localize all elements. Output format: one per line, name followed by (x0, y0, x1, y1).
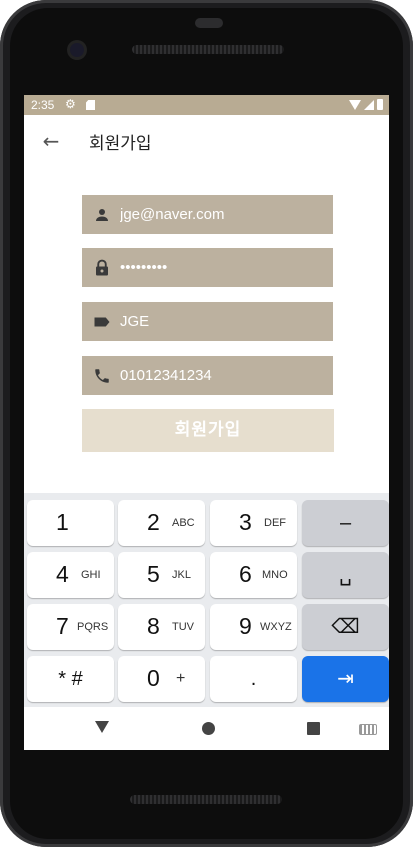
key-dot[interactable]: . (210, 656, 297, 702)
label-tag-icon (94, 317, 110, 327)
space-icon: ␣ (339, 564, 352, 586)
status-time: 2:35 (31, 98, 55, 112)
person-icon (96, 209, 108, 221)
signal-icon (364, 99, 374, 110)
key-next[interactable]: ⇥ (302, 656, 389, 702)
key-backspace[interactable]: ⌫ (302, 604, 389, 650)
signup-button[interactable]: 회원가입 (82, 409, 334, 452)
name-input[interactable] (120, 302, 325, 341)
phone-field[interactable] (82, 356, 333, 395)
circle-home-icon[interactable] (202, 722, 215, 735)
key-1[interactable]: 1 (27, 500, 114, 546)
keyboard-icon[interactable] (359, 724, 377, 735)
system-nav-bar (24, 707, 389, 750)
app-bar: ← 회원가입 (24, 115, 389, 167)
phone-icon (95, 369, 109, 383)
front-camera (70, 43, 84, 57)
key-star-hash[interactable]: * # (27, 656, 114, 702)
battery-icon (377, 99, 383, 110)
key-9[interactable]: 9 WXYZ (210, 604, 297, 650)
arrow-left-icon[interactable]: ← (38, 128, 64, 154)
square-recents-icon[interactable] (307, 722, 320, 735)
key-4[interactable]: 4 GHI (27, 552, 114, 598)
status-bar: 2:35 ⚙ (24, 95, 389, 115)
email-input[interactable] (120, 195, 325, 234)
key-minus[interactable]: – (302, 500, 389, 546)
phone-input[interactable] (120, 356, 325, 395)
sd-card-icon (86, 100, 95, 110)
earpiece (195, 18, 223, 28)
key-6[interactable]: 6 MNO (210, 552, 297, 598)
key-2[interactable]: 2 ABC (118, 500, 205, 546)
numeric-keyboard: 1 2 ABC 3 DEF – 4 GHI 5 JKL 6 MNO ␣ 7 PQRS 8 TU… (24, 493, 389, 707)
key-3[interactable]: 3 DEF (210, 500, 297, 546)
speaker-grille-bottom (130, 795, 282, 804)
password-field[interactable] (82, 248, 333, 287)
app-screen: 2:35 ⚙ ← 회원가입 회원가입 1 2ABC 3DEF – 4GHI (24, 95, 389, 750)
lock-icon (96, 259, 108, 276)
triangle-back-icon[interactable] (95, 721, 109, 733)
key-5[interactable]: 5 JKL (118, 552, 205, 598)
backspace-icon: ⌫ (331, 616, 360, 638)
password-input[interactable] (120, 248, 325, 287)
speaker-grille-top (132, 45, 284, 54)
key-8[interactable]: 8 TUV (118, 604, 205, 650)
email-field[interactable] (82, 195, 333, 234)
wifi-icon (349, 99, 361, 110)
status-icons (349, 99, 383, 110)
page-title: 회원가입 (89, 134, 152, 154)
name-field[interactable] (82, 302, 333, 341)
key-0[interactable]: 0 + (118, 656, 205, 702)
gear-icon: ⚙ (65, 97, 76, 111)
key-space[interactable]: ␣ (302, 552, 389, 598)
next-tab-icon: ⇥ (337, 668, 354, 690)
key-7[interactable]: 7 PQRS (27, 604, 114, 650)
